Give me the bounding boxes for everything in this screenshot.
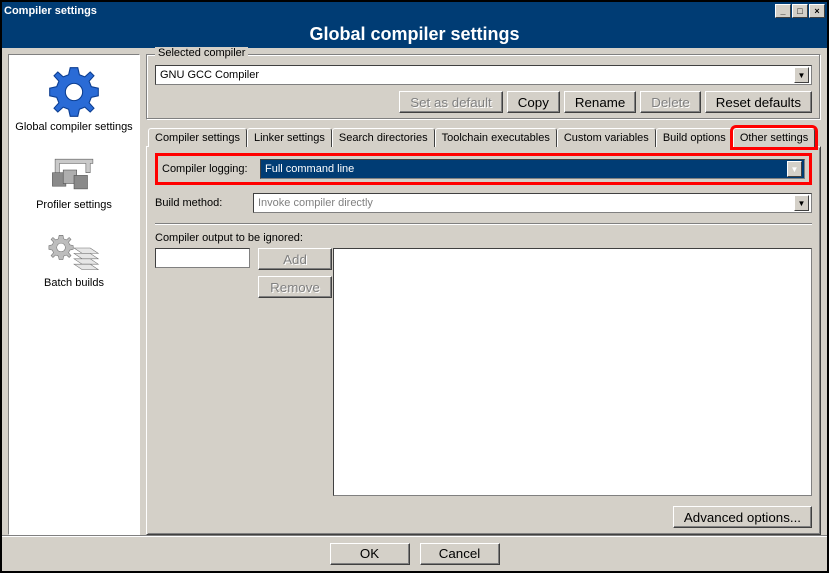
compiler-logging-row: Compiler logging: Full command line ▼	[155, 153, 812, 185]
close-icon: ×	[814, 6, 819, 16]
divider	[155, 223, 812, 224]
ignored-output-list[interactable]	[333, 248, 812, 496]
sidebar-item-batch-builds[interactable]: Batch builds	[9, 217, 139, 293]
remove-button[interactable]: Remove	[258, 276, 332, 298]
sidebar-item-label: Profiler settings	[36, 199, 112, 211]
build-method-label: Build method:	[155, 197, 247, 209]
tabset: Compiler settings Linker settings Search…	[146, 128, 821, 147]
sidebar-item-label: Batch builds	[44, 277, 104, 289]
compiler-select[interactable]: GNU GCC Compiler ▼	[155, 65, 812, 85]
ok-button[interactable]: OK	[330, 543, 410, 565]
reset-defaults-button[interactable]: Reset defaults	[705, 91, 812, 113]
titlebar: Compiler settings _ □ ×	[2, 2, 827, 20]
window-title: Compiler settings	[4, 5, 97, 17]
set-as-default-button[interactable]: Set as default	[399, 91, 503, 113]
cancel-button[interactable]: Cancel	[420, 543, 500, 565]
tab-linker-settings[interactable]: Linker settings	[247, 128, 332, 147]
build-method-row: Build method: Invoke compiler directly ▼	[155, 193, 812, 213]
sidebar-item-global-compiler-settings[interactable]: Global compiler settings	[9, 61, 139, 137]
maximize-icon: □	[797, 6, 802, 16]
tab-search-directories[interactable]: Search directories	[332, 128, 435, 147]
chevron-down-icon: ▼	[787, 161, 802, 177]
compiler-select-value: GNU GCC Compiler	[160, 69, 794, 81]
sidebar: Global compiler settings Profiler settin…	[8, 54, 140, 535]
rename-button[interactable]: Rename	[564, 91, 636, 113]
minimize-icon: _	[780, 6, 785, 16]
compiler-settings-window: Compiler settings _ □ × Global compiler …	[0, 0, 829, 573]
chevron-down-icon: ▼	[794, 195, 809, 211]
batch-builds-icon	[44, 221, 104, 275]
page-header: Global compiler settings	[2, 20, 827, 48]
gear-icon	[47, 65, 101, 119]
minimize-button[interactable]: _	[775, 4, 791, 18]
advanced-options-button[interactable]: Advanced options...	[673, 506, 812, 528]
profiler-icon	[47, 143, 101, 197]
sidebar-item-profiler-settings[interactable]: Profiler settings	[9, 139, 139, 215]
tab-build-options[interactable]: Build options	[656, 128, 733, 147]
chevron-down-icon: ▼	[794, 67, 809, 83]
tab-other-settings[interactable]: Other settings	[733, 128, 815, 147]
tab-panel-other-settings: Compiler logging: Full command line ▼ Bu…	[146, 146, 821, 535]
maximize-button[interactable]: □	[792, 4, 808, 18]
copy-button[interactable]: Copy	[507, 91, 560, 113]
tab-compiler-settings[interactable]: Compiler settings	[148, 128, 247, 147]
compiler-logging-label: Compiler logging:	[162, 163, 254, 175]
build-method-value: Invoke compiler directly	[258, 197, 794, 209]
ignored-output-label: Compiler output to be ignored:	[155, 232, 812, 244]
add-button[interactable]: Add	[258, 248, 332, 270]
tab-toolchain-executables[interactable]: Toolchain executables	[435, 128, 557, 147]
close-button[interactable]: ×	[809, 4, 825, 18]
selected-compiler-group: Selected compiler GNU GCC Compiler ▼ Set…	[146, 54, 821, 120]
sidebar-item-label: Global compiler settings	[15, 121, 132, 133]
compiler-logging-value: Full command line	[265, 163, 787, 175]
main-panel: Selected compiler GNU GCC Compiler ▼ Set…	[140, 54, 821, 535]
ignored-output-input[interactable]	[155, 248, 250, 268]
group-legend: Selected compiler	[155, 47, 248, 59]
compiler-logging-select[interactable]: Full command line ▼	[260, 159, 805, 179]
dialog-footer: OK Cancel	[2, 535, 827, 571]
build-method-select[interactable]: Invoke compiler directly ▼	[253, 193, 812, 213]
delete-button[interactable]: Delete	[640, 91, 701, 113]
page-title: Global compiler settings	[309, 24, 519, 45]
tab-custom-variables[interactable]: Custom variables	[557, 128, 656, 147]
